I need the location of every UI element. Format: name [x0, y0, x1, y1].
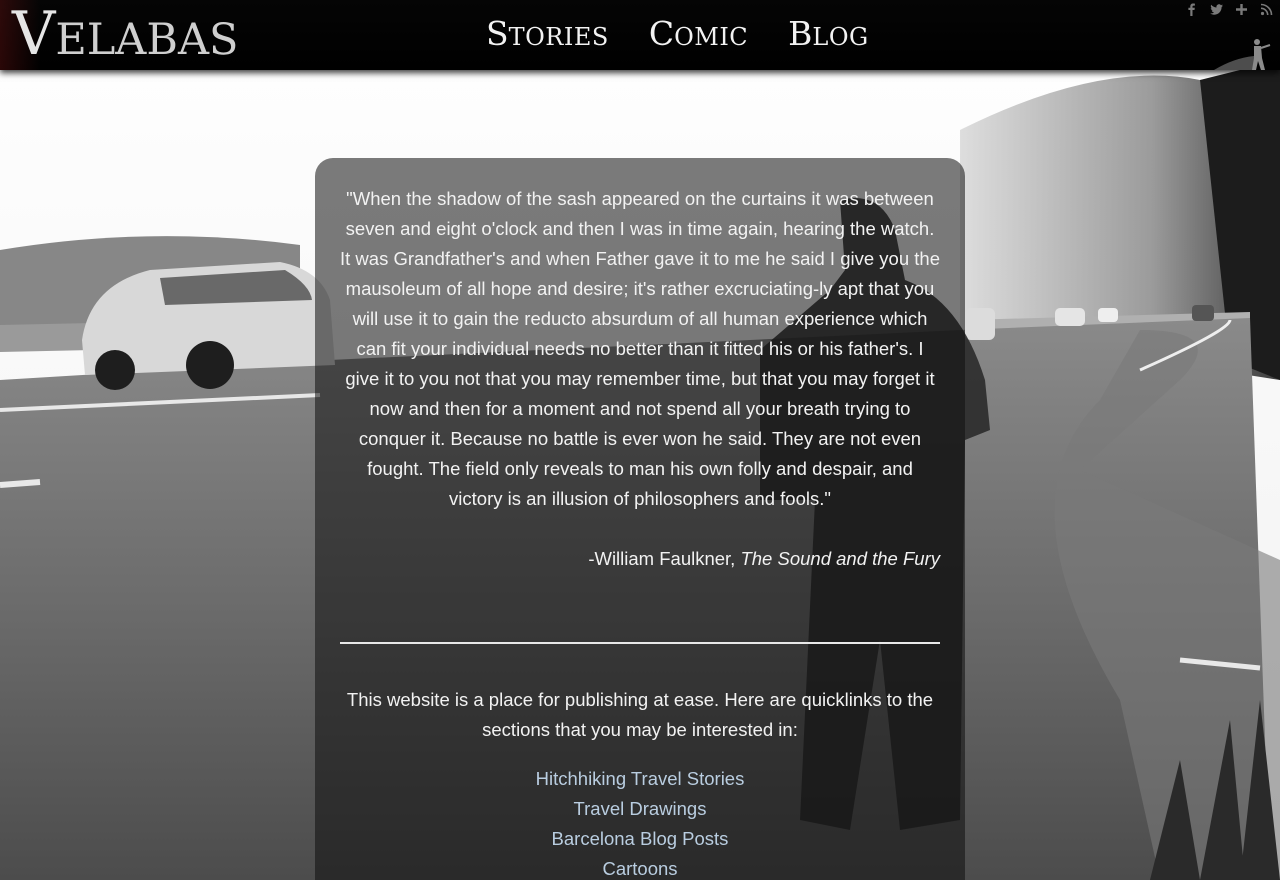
- faulkner-quote: "When the shadow of the sash appeared on…: [340, 188, 940, 509]
- site-logo[interactable]: VELABAS: [12, 4, 238, 64]
- logo-rest: ELABAS: [55, 15, 239, 65]
- quote-author: -William Faulkner,: [588, 548, 736, 569]
- twitter-icon[interactable]: [1209, 2, 1224, 17]
- nav-comic[interactable]: COMIC: [649, 17, 748, 50]
- content-panel: "When the shadow of the sash appeared on…: [315, 158, 965, 880]
- nav-blog[interactable]: BLOG: [788, 17, 869, 50]
- top-bar: VELABAS STORIES COMIC BLOG: [0, 0, 1280, 70]
- quote-work-title: The Sound and the Fury: [740, 548, 940, 569]
- nav-stories[interactable]: STORIES: [486, 17, 609, 50]
- nav-blog-rest: LOG: [812, 23, 869, 51]
- quote-attribution: -William Faulkner, The Sound and the Fur…: [340, 544, 940, 574]
- link-hitchhiking-stories[interactable]: Hitchhiking Travel Stories: [340, 764, 940, 794]
- plus-icon[interactable]: [1234, 2, 1249, 17]
- intro-text: This website is a place for publishing a…: [346, 689, 934, 740]
- logo-initial: V: [12, 0, 56, 69]
- divider: [340, 642, 940, 644]
- social-icons: [1184, 2, 1274, 17]
- nav-comic-cap: C: [648, 14, 675, 53]
- nav-comic-rest: OMIC: [674, 23, 749, 51]
- nav-stories-cap: S: [486, 14, 509, 53]
- link-travel-drawings[interactable]: Travel Drawings: [340, 794, 940, 824]
- rss-icon[interactable]: [1259, 2, 1274, 17]
- link-cartoons[interactable]: Cartoons: [340, 854, 940, 880]
- main-nav: STORIES COMIC BLOG: [486, 17, 869, 50]
- quicklinks: Hitchhiking Travel Stories Travel Drawin…: [340, 764, 940, 880]
- link-barcelona-blog[interactable]: Barcelona Blog Posts: [340, 824, 940, 854]
- facebook-icon[interactable]: [1184, 2, 1199, 17]
- nav-blog-cap: B: [788, 14, 813, 53]
- nav-stories-rest: TORIES: [508, 23, 609, 51]
- hitchhiker-logo-icon: [1214, 36, 1274, 70]
